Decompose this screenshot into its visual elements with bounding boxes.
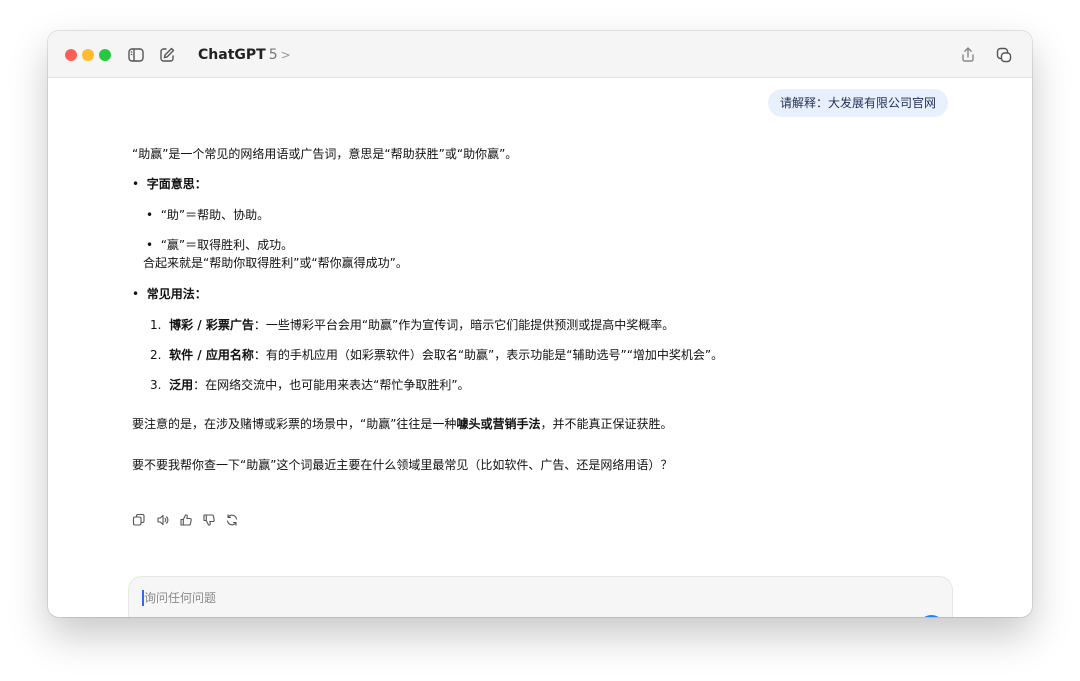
message-composer[interactable]: 询问任何问题 5 xyxy=(128,576,953,617)
bullet: • xyxy=(146,238,154,252)
usage-item: 1. 博彩 / 彩票广告：一些博彩平台会用“助赢”作为宣传词，暗示它们能提供预测… xyxy=(150,318,675,332)
zoom-window-button[interactable] xyxy=(99,49,111,61)
chat-area: 请解释：大发展有限公司官网 “助赢”是一个常见的网络用语或广告词，意思是“帮助获… xyxy=(48,78,1032,617)
close-window-button[interactable] xyxy=(65,49,77,61)
app-window: ChatGPT 5 > 请解释：大发展有限公司官网 “助赢”是一个常见的网络用语或广… xyxy=(48,31,1032,617)
thumbs-down-icon[interactable] xyxy=(202,513,216,527)
usage-heading: • 常见用法： xyxy=(132,287,207,301)
thumbs-up-icon[interactable] xyxy=(179,513,193,527)
model-selector[interactable]: ChatGPT 5 > xyxy=(198,45,291,65)
usage-item: 3. 泛用：在网络交流中，也可能用来表达“帮忙争取胜利”。 xyxy=(150,378,470,392)
regenerate-icon[interactable] xyxy=(225,513,239,527)
temporary-chat-icon[interactable] xyxy=(994,45,1014,65)
sidebar-toggle-icon[interactable] xyxy=(126,45,146,65)
voice-waveform-icon xyxy=(918,615,945,617)
prompt-input[interactable]: 询问任何问题 xyxy=(144,589,216,607)
user-message-bubble: 请解释：大发展有限公司官网 xyxy=(767,89,948,117)
bullet: • xyxy=(146,208,154,222)
title-bar: ChatGPT 5 > xyxy=(48,31,1032,78)
model-name: ChatGPT xyxy=(198,47,266,63)
followup-question: 要不要我帮你查一下“助赢”这个词最近主要在什么领域里最常见（比如软件、广告、还是… xyxy=(132,458,673,472)
literal-summary: 合起来就是“帮助你取得胜利”或“帮你赢得成功”。 xyxy=(143,256,408,270)
warning-paragraph: 要注意的是，在涉及赌博或彩票的场景中，“助赢”往往是一种噱头或营销手法，并不能真… xyxy=(132,417,673,431)
bullet: • xyxy=(132,287,140,301)
model-version: 5 xyxy=(268,47,278,63)
chevron-right-icon: > xyxy=(280,48,291,62)
literal-meaning-heading: • 字面意思： xyxy=(132,177,207,191)
read-aloud-icon[interactable] xyxy=(156,513,170,527)
share-icon[interactable] xyxy=(958,45,978,65)
usage-item: 2. 软件 / 应用名称：有的手机应用（如彩票软件）会取名“助赢”，表示功能是“… xyxy=(150,348,724,362)
minimize-window-button[interactable] xyxy=(82,49,94,61)
answer-intro: “助赢”是一个常见的网络用语或广告词，意思是“帮助获胜”或“助你赢”。 xyxy=(132,147,518,161)
literal-item: • “助”＝帮助、协助。 xyxy=(146,208,270,222)
copy-icon[interactable] xyxy=(132,513,146,527)
literal-item: • “赢”＝取得胜利、成功。 xyxy=(146,238,294,252)
voice-mode-button[interactable] xyxy=(918,615,945,617)
new-chat-icon[interactable] xyxy=(157,45,177,65)
bullet: • xyxy=(132,177,140,191)
